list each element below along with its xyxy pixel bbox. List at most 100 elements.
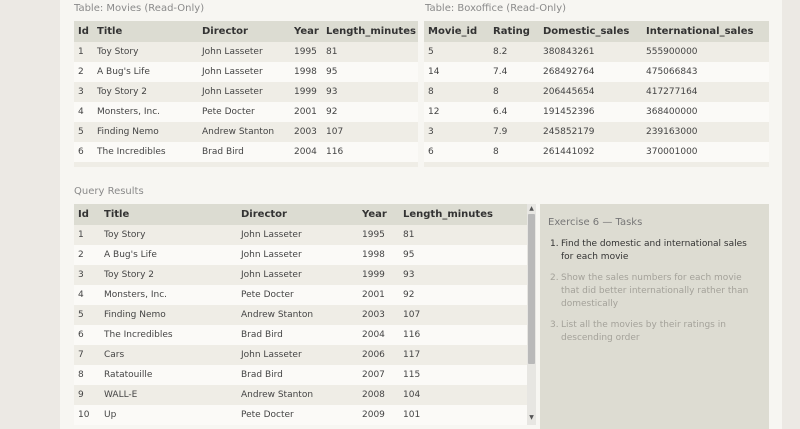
tasks-panel: Exercise 6 — Tasks 1. Find the domestic …	[540, 204, 769, 429]
table-cell: 81	[322, 42, 418, 62]
column-header: Length_minutes	[399, 204, 527, 225]
column-header: Length_minutes	[322, 21, 418, 42]
task-text: Find the domestic and international sale…	[561, 239, 747, 262]
table-row: 8 8 206445654 417277164	[424, 82, 769, 102]
table-cell: 5	[74, 122, 93, 142]
scrollbar-thumb[interactable]	[528, 214, 535, 364]
table-cell: 4	[74, 285, 100, 305]
column-header: Year	[358, 204, 399, 225]
table-cell: 8	[489, 82, 539, 102]
table-cell: 6	[74, 142, 93, 162]
table-cell: Toy Story 2	[93, 82, 198, 102]
table-cell: 5	[424, 42, 489, 62]
column-header: Year	[290, 21, 322, 42]
table-cell: Andrew Stanton	[237, 385, 358, 405]
table-cell: Toy Story 2	[100, 265, 237, 285]
table-cell: Up	[100, 405, 237, 425]
table-cell: 7	[74, 345, 100, 365]
table-row: 14 7.4 268492764 475066843	[424, 62, 769, 82]
table-cell: Pete Docter	[198, 102, 290, 122]
table-cell: Cars	[93, 162, 198, 167]
table-cell: 95	[399, 245, 527, 265]
table-cell: 3	[74, 265, 100, 285]
query-results-caption: Query Results	[74, 186, 144, 197]
movies-table-caption: Table: Movies (Read-Only)	[74, 3, 205, 14]
table-row: 4 Monsters, Inc. Pete Docter 2001 92	[74, 102, 418, 122]
table-cell: 95	[322, 62, 418, 82]
query-results-header: Id Title Director Year Length_minutes	[74, 204, 527, 225]
scroll-up-arrow-icon[interactable]: ▲	[527, 205, 536, 213]
table-cell: 9	[74, 385, 100, 405]
table-cell: 12	[424, 102, 489, 122]
table-cell: 370001000	[642, 142, 769, 162]
table-cell: 117	[322, 162, 418, 167]
table-cell: 104	[399, 385, 527, 405]
table-cell: Pete Docter	[237, 405, 358, 425]
table-cell: Cars	[100, 345, 237, 365]
query-results-table: Id Title Director Year Length_minutes 1 Toy S…	[74, 204, 527, 429]
query-results-scrollbar[interactable]: ▲ ▼	[527, 204, 536, 425]
column-header: International_sales	[642, 21, 769, 42]
table-cell: 115	[399, 365, 527, 385]
boxoffice-table: Movie_id Rating Domestic_sales Internationa…	[424, 21, 769, 167]
table-cell: 380843261	[539, 42, 642, 62]
table-row: 6 8 261441092 370001000	[424, 142, 769, 162]
table-cell: Toy Story	[100, 225, 237, 245]
table-cell: Brad Bird	[237, 325, 358, 345]
table-cell: Andrew Stanton	[237, 305, 358, 325]
table-row: 5 Finding Nemo Andrew Stanton 2003 107	[74, 305, 527, 325]
table-cell: 2004	[290, 142, 322, 162]
column-header: Title	[93, 21, 198, 42]
column-header: Title	[100, 204, 237, 225]
table-row: 6 The Incredibles Brad Bird 2004 116	[74, 325, 527, 345]
table-cell: 3	[424, 122, 489, 142]
table-row: 5 Finding Nemo Andrew Stanton 2003 107	[74, 122, 418, 142]
task-item-3: 3. List all the movies by their ratings …	[550, 319, 762, 345]
table-cell: 1995	[358, 225, 399, 245]
table-cell: 93	[399, 265, 527, 285]
table-row: 10 Up Pete Docter 2009 101	[74, 405, 527, 425]
tasks-title: Exercise 6 — Tasks	[548, 217, 643, 228]
table-cell: John Lasseter	[198, 42, 290, 62]
table-row: 2A Bug's Life John Lasseter 1998 95	[74, 62, 418, 82]
table-cell: 2003	[358, 305, 399, 325]
table-cell: 1995	[290, 42, 322, 62]
scroll-down-arrow-icon[interactable]: ▼	[527, 414, 536, 422]
table-cell: The Incredibles	[100, 325, 237, 345]
table-row: 8 Ratatouille Brad Bird 2007 115	[74, 365, 527, 385]
table-cell: 14	[424, 62, 489, 82]
table-cell: 116	[399, 325, 527, 345]
table-cell: 1	[74, 42, 93, 62]
table-cell: 2004	[358, 325, 399, 345]
table-cell: 107	[322, 122, 418, 142]
task-text: List all the movies by their ratings in …	[561, 320, 726, 343]
table-row: 12 6.4 191452396 368400000	[424, 102, 769, 122]
column-header: Id	[74, 204, 100, 225]
table-row: 2A Bug's Life John Lasseter 1998 95	[74, 245, 527, 265]
table-cell: 10	[74, 405, 100, 425]
table-cell: 475066843	[642, 62, 769, 82]
table-cell: 8	[424, 82, 489, 102]
table-row: 1 Toy Story John Lasseter 1995 81	[74, 225, 527, 245]
table-cell: Andrew Stanton	[198, 122, 290, 142]
table-cell: 1998	[290, 62, 322, 82]
table-cell: 107	[399, 305, 527, 325]
task-number: 1.	[550, 239, 559, 249]
boxoffice-table-header: Movie_id Rating Domestic_sales Internationa…	[424, 21, 769, 42]
table-row: 7CarsJohn Lasseter2006117	[74, 162, 418, 167]
table-row: 3 Toy Story 2 John Lasseter 1999 93	[74, 265, 527, 285]
table-row: 4 Monsters, Inc. Pete Docter 2001 92	[74, 285, 527, 305]
table-cell: 5	[74, 305, 100, 325]
movies-table: Id Title Director Year Length_minutes 1 Toy S…	[74, 21, 418, 167]
column-header: Movie_id	[424, 21, 489, 42]
table-row: 5 8.2 380843261 555900000	[424, 42, 769, 62]
table-cell: John Lasseter	[198, 82, 290, 102]
table-cell: John Lasseter	[237, 245, 358, 265]
table-cell: 92	[399, 285, 527, 305]
table-cell: Brad Bird	[237, 365, 358, 385]
table-cell: 2003	[290, 122, 322, 142]
table-cell: Brad Bird	[198, 142, 290, 162]
table-cell: 268492764	[539, 62, 642, 82]
table-cell: 1999	[358, 265, 399, 285]
table-cell: 3	[74, 82, 93, 102]
